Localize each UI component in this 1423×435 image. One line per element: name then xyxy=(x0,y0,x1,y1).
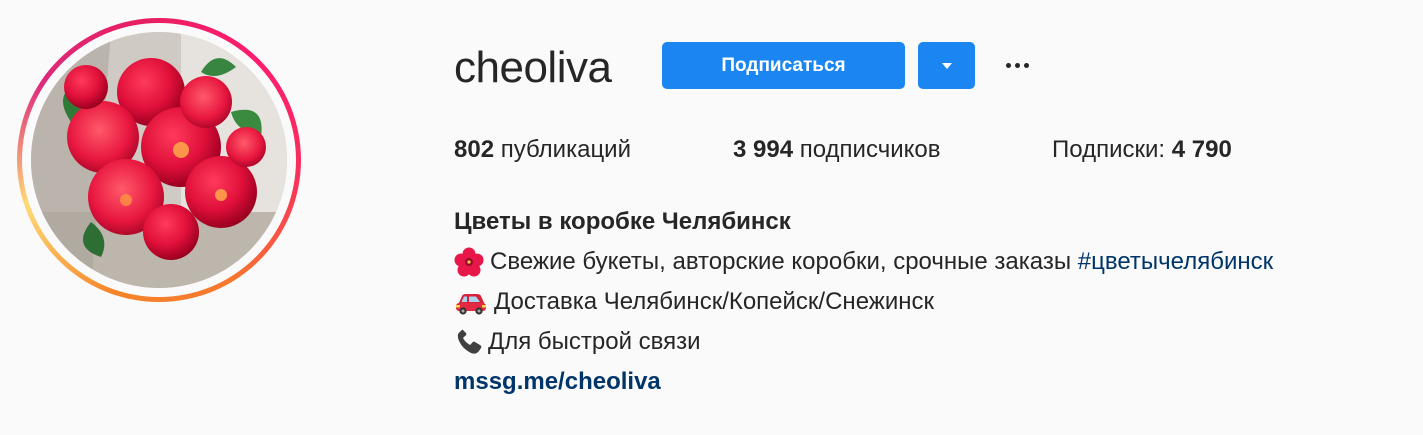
avatar-ring-gap xyxy=(22,23,296,297)
following-label: Подписки: xyxy=(1052,136,1166,163)
ellipsis-dot xyxy=(1014,62,1020,68)
suggestions-dropdown-button[interactable] xyxy=(918,42,975,89)
ellipsis-dot xyxy=(1023,62,1029,68)
follow-button[interactable]: Подписаться xyxy=(662,42,905,89)
hibiscus-icon xyxy=(454,247,484,277)
flower-bouquet-photo-icon xyxy=(31,32,287,288)
username: cheoliva xyxy=(454,43,612,92)
bio-line-1-text: Свежие букеты, авторские коробки, срочны… xyxy=(490,248,1072,275)
avatar-story-ring[interactable] xyxy=(17,18,301,302)
more-options-button[interactable] xyxy=(1000,50,1034,80)
posts-count-stat: 802 публикаций xyxy=(454,135,631,165)
full-name: Цветы в коробке Челябинск xyxy=(454,208,791,235)
followers-label: подписчиков xyxy=(799,136,941,163)
following-count-stat[interactable]: Подписки: 4 790 xyxy=(1052,135,1232,165)
bio-line-3: Для быстрой связи xyxy=(454,322,1273,362)
bio-line-2: Доставка Челябинск/Копейск/Снежинск xyxy=(454,282,1273,322)
following-count: 4 790 xyxy=(1171,136,1232,163)
hashtag-link[interactable]: #цветычелябинск xyxy=(1078,242,1273,282)
external-link[interactable]: mssg.me/cheoliva xyxy=(454,362,1273,402)
bio-line-2-text: Доставка Челябинск/Копейск/Снежинск xyxy=(494,288,934,315)
telephone-icon xyxy=(454,327,488,357)
car-icon xyxy=(454,287,488,317)
posts-count: 802 xyxy=(454,136,495,163)
followers-count: 3 994 xyxy=(733,136,794,163)
bio-line-1: Свежие букеты, авторские коробки, срочны… xyxy=(454,242,1273,282)
followers-count-stat[interactable]: 3 994 подписчиков xyxy=(733,135,940,165)
chevron-down-icon xyxy=(941,62,952,69)
bio: Цветы в коробке Челябинск Свежие букеты,… xyxy=(454,202,1273,402)
profile-header: cheoliva Подписаться 802 публикаций 3 99… xyxy=(0,0,1423,435)
posts-label: публикаций xyxy=(500,136,631,163)
ellipsis-icon xyxy=(1005,62,1011,68)
avatar[interactable] xyxy=(31,32,287,288)
bio-line-3-text: Для быстрой связи xyxy=(488,328,701,355)
